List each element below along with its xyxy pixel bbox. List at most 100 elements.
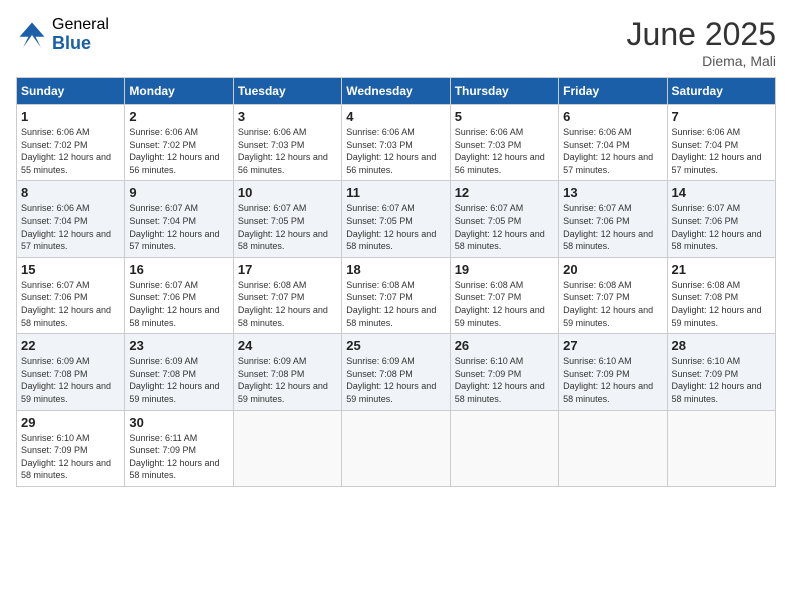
day-info: Sunrise: 6:08 AMSunset: 7:07 PMDaylight:…	[563, 279, 662, 329]
calendar-cell: 9 Sunrise: 6:07 AMSunset: 7:04 PMDaylight…	[125, 181, 233, 257]
weekday-header-sunday: Sunday	[17, 78, 125, 105]
day-number: 19	[455, 262, 554, 277]
day-info: Sunrise: 6:08 AMSunset: 7:07 PMDaylight:…	[238, 279, 337, 329]
month-title: June 2025	[627, 16, 776, 53]
calendar-cell: 4Sunrise: 6:06 AMSunset: 7:03 PMDaylight…	[342, 105, 450, 181]
day-number: 3	[238, 109, 337, 124]
calendar-week-row: 29 Sunrise: 6:10 AMSunset: 7:09 PMDayligh…	[17, 410, 776, 486]
page-header: General Blue June 2025 Diema, Mali	[16, 16, 776, 69]
day-info: Sunrise: 6:07 AMSunset: 7:05 PMDaylight:…	[238, 202, 337, 252]
day-number: 18	[346, 262, 445, 277]
day-number: 25	[346, 338, 445, 353]
day-info: Sunrise: 6:10 AMSunset: 7:09 PMDaylight:…	[672, 355, 771, 405]
day-info: Sunrise: 6:07 AMSunset: 7:06 PMDaylight:…	[21, 279, 120, 329]
calendar-cell: 13 Sunrise: 6:07 AMSunset: 7:06 PMDayligh…	[559, 181, 667, 257]
day-info: Sunrise: 6:07 AMSunset: 7:06 PMDaylight:…	[129, 279, 228, 329]
calendar-week-row: 1 Sunrise: 6:06 AMSunset: 7:02 PMDaylight…	[17, 105, 776, 181]
weekday-header-thursday: Thursday	[450, 78, 558, 105]
day-number: 8	[21, 185, 120, 200]
day-number: 29	[21, 415, 120, 430]
calendar-table: SundayMondayTuesdayWednesdayThursdayFrid…	[16, 77, 776, 487]
calendar-cell: 2 Sunrise: 6:06 AMSunset: 7:02 PMDaylight…	[125, 105, 233, 181]
day-info: Sunrise: 6:09 AMSunset: 7:08 PMDaylight:…	[346, 355, 445, 405]
day-info: Sunrise: 6:08 AMSunset: 7:08 PMDaylight:…	[672, 279, 771, 329]
day-info: Sunrise: 6:09 AMSunset: 7:08 PMDaylight:…	[129, 355, 228, 405]
calendar-cell: 17 Sunrise: 6:08 AMSunset: 7:07 PMDayligh…	[233, 257, 341, 333]
calendar-cell: 26 Sunrise: 6:10 AMSunset: 7:09 PMDayligh…	[450, 334, 558, 410]
day-number: 26	[455, 338, 554, 353]
logo-general: General	[52, 16, 109, 34]
calendar-cell: 6Sunrise: 6:06 AMSunset: 7:04 PMDaylight…	[559, 105, 667, 181]
day-info: Sunrise: 6:07 AMSunset: 7:04 PMDaylight:…	[129, 202, 228, 252]
weekday-header-monday: Monday	[125, 78, 233, 105]
day-info: Sunrise: 6:10 AMSunset: 7:09 PMDaylight:…	[563, 355, 662, 405]
calendar-week-row: 8Sunrise: 6:06 AMSunset: 7:04 PMDaylight…	[17, 181, 776, 257]
day-info: Sunrise: 6:10 AMSunset: 7:09 PMDaylight:…	[455, 355, 554, 405]
calendar-cell: 8Sunrise: 6:06 AMSunset: 7:04 PMDaylight…	[17, 181, 125, 257]
calendar-cell	[667, 410, 775, 486]
logo-text: General Blue	[52, 16, 109, 53]
day-info: Sunrise: 6:11 AMSunset: 7:09 PMDaylight:…	[129, 432, 228, 482]
day-info: Sunrise: 6:06 AMSunset: 7:04 PMDaylight:…	[672, 126, 771, 176]
calendar-cell: 21 Sunrise: 6:08 AMSunset: 7:08 PMDayligh…	[667, 257, 775, 333]
calendar-cell: 3 Sunrise: 6:06 AMSunset: 7:03 PMDaylight…	[233, 105, 341, 181]
day-info: Sunrise: 6:06 AMSunset: 7:02 PMDaylight:…	[129, 126, 228, 176]
day-number: 15	[21, 262, 120, 277]
calendar-cell: 18Sunrise: 6:08 AMSunset: 7:07 PMDayligh…	[342, 257, 450, 333]
day-number: 10	[238, 185, 337, 200]
calendar-cell: 25 Sunrise: 6:09 AMSunset: 7:08 PMDayligh…	[342, 334, 450, 410]
calendar-cell: 12 Sunrise: 6:07 AMSunset: 7:05 PMDayligh…	[450, 181, 558, 257]
calendar-cell: 5Sunrise: 6:06 AMSunset: 7:03 PMDaylight…	[450, 105, 558, 181]
calendar-cell: 16 Sunrise: 6:07 AMSunset: 7:06 PMDayligh…	[125, 257, 233, 333]
calendar-cell	[233, 410, 341, 486]
day-number: 23	[129, 338, 228, 353]
day-info: Sunrise: 6:07 AMSunset: 7:05 PMDaylight:…	[346, 202, 445, 252]
calendar-cell: 24Sunrise: 6:09 AMSunset: 7:08 PMDayligh…	[233, 334, 341, 410]
day-info: Sunrise: 6:06 AMSunset: 7:03 PMDaylight:…	[238, 126, 337, 176]
calendar-cell: 10 Sunrise: 6:07 AMSunset: 7:05 PMDayligh…	[233, 181, 341, 257]
day-number: 2	[129, 109, 228, 124]
calendar-week-row: 22Sunrise: 6:09 AMSunset: 7:08 PMDayligh…	[17, 334, 776, 410]
day-number: 9	[129, 185, 228, 200]
calendar-cell: 28 Sunrise: 6:10 AMSunset: 7:09 PMDayligh…	[667, 334, 775, 410]
calendar-cell: 19 Sunrise: 6:08 AMSunset: 7:07 PMDayligh…	[450, 257, 558, 333]
day-number: 17	[238, 262, 337, 277]
day-number: 12	[455, 185, 554, 200]
day-number: 16	[129, 262, 228, 277]
day-info: Sunrise: 6:07 AMSunset: 7:06 PMDaylight:…	[672, 202, 771, 252]
day-info: Sunrise: 6:07 AMSunset: 7:05 PMDaylight:…	[455, 202, 554, 252]
calendar-cell: 15 Sunrise: 6:07 AMSunset: 7:06 PMDayligh…	[17, 257, 125, 333]
day-info: Sunrise: 6:08 AMSunset: 7:07 PMDaylight:…	[455, 279, 554, 329]
day-number: 20	[563, 262, 662, 277]
day-number: 13	[563, 185, 662, 200]
calendar-cell	[559, 410, 667, 486]
day-number: 14	[672, 185, 771, 200]
calendar-cell: 30 Sunrise: 6:11 AMSunset: 7:09 PMDayligh…	[125, 410, 233, 486]
day-number: 1	[21, 109, 120, 124]
day-number: 28	[672, 338, 771, 353]
day-number: 21	[672, 262, 771, 277]
calendar-header-row: SundayMondayTuesdayWednesdayThursdayFrid…	[17, 78, 776, 105]
day-number: 7	[672, 109, 771, 124]
logo: General Blue	[16, 16, 109, 53]
day-info: Sunrise: 6:10 AMSunset: 7:09 PMDaylight:…	[21, 432, 120, 482]
weekday-header-friday: Friday	[559, 78, 667, 105]
day-info: Sunrise: 6:06 AMSunset: 7:03 PMDaylight:…	[455, 126, 554, 176]
weekday-header-saturday: Saturday	[667, 78, 775, 105]
calendar-cell: 7 Sunrise: 6:06 AMSunset: 7:04 PMDaylight…	[667, 105, 775, 181]
day-number: 24	[238, 338, 337, 353]
calendar-cell: 11 Sunrise: 6:07 AMSunset: 7:05 PMDayligh…	[342, 181, 450, 257]
calendar-cell: 22Sunrise: 6:09 AMSunset: 7:08 PMDayligh…	[17, 334, 125, 410]
calendar-cell	[450, 410, 558, 486]
calendar-cell: 23 Sunrise: 6:09 AMSunset: 7:08 PMDayligh…	[125, 334, 233, 410]
weekday-header-tuesday: Tuesday	[233, 78, 341, 105]
day-number: 6	[563, 109, 662, 124]
location: Diema, Mali	[627, 53, 776, 69]
day-info: Sunrise: 6:07 AMSunset: 7:06 PMDaylight:…	[563, 202, 662, 252]
title-block: June 2025 Diema, Mali	[627, 16, 776, 69]
calendar-week-row: 15 Sunrise: 6:07 AMSunset: 7:06 PMDayligh…	[17, 257, 776, 333]
day-number: 27	[563, 338, 662, 353]
day-number: 30	[129, 415, 228, 430]
day-info: Sunrise: 6:06 AMSunset: 7:02 PMDaylight:…	[21, 126, 120, 176]
day-number: 11	[346, 185, 445, 200]
